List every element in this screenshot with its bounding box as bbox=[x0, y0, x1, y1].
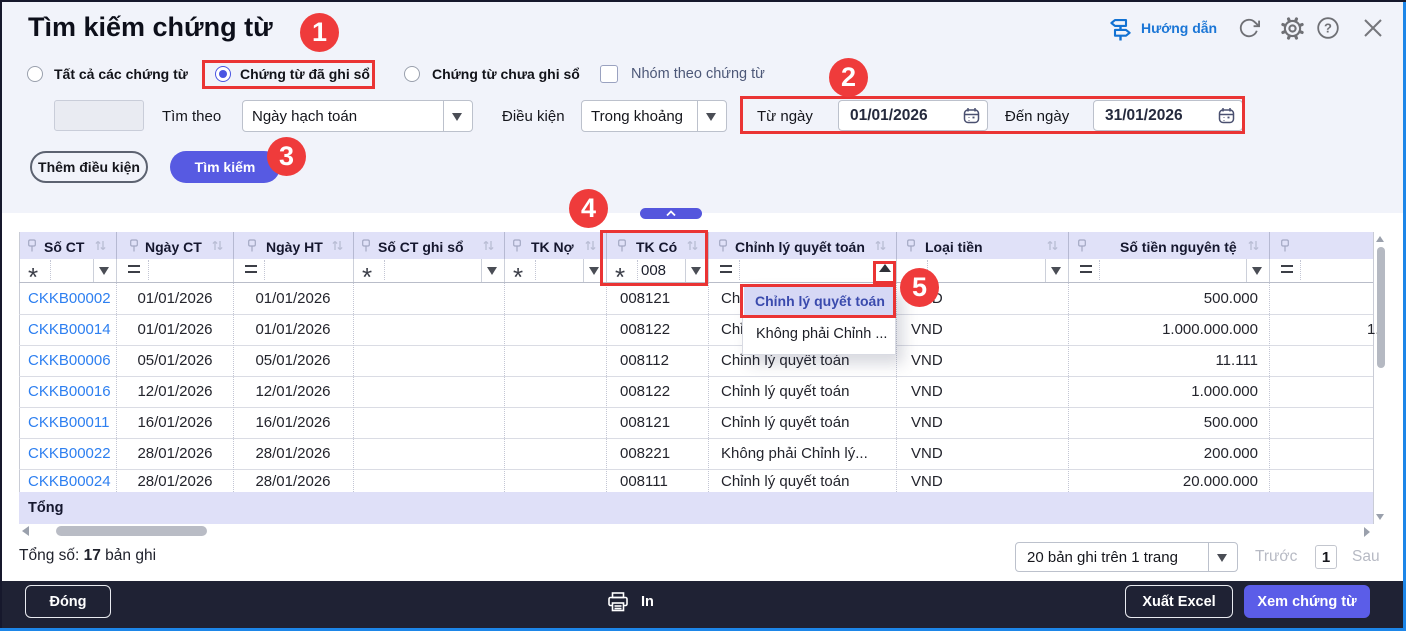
svg-text:?: ? bbox=[1324, 21, 1332, 36]
